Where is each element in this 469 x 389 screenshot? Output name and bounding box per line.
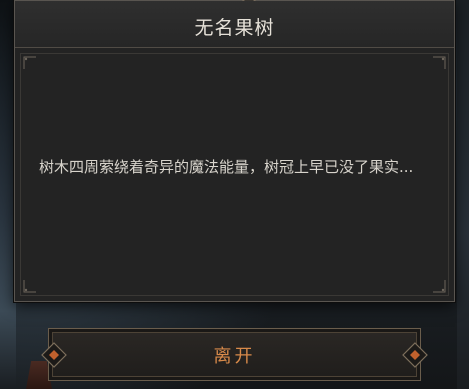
corner-ornament-icon [433,56,446,69]
dialog-title: 无名果树 [194,17,275,39]
leave-button[interactable]: 离开 [41,328,428,381]
corner-ornament-icon [23,56,36,69]
dialog-body-text: 树木四周萦绕着奇异的魔法能量，树冠上早已没了果实... [39,158,414,176]
event-dialog: 无名果树 树木四周萦绕着奇异的魔法能量，树冠上早已没了果实... [14,0,455,302]
leave-button-label: 离开 [213,346,256,367]
background-scenery-right [457,0,469,389]
diamond-ornament-icon [402,342,428,368]
corner-ornament-icon [433,280,446,293]
dialog-header: 无名果树 [15,1,454,48]
corner-ornament-icon [23,280,36,293]
